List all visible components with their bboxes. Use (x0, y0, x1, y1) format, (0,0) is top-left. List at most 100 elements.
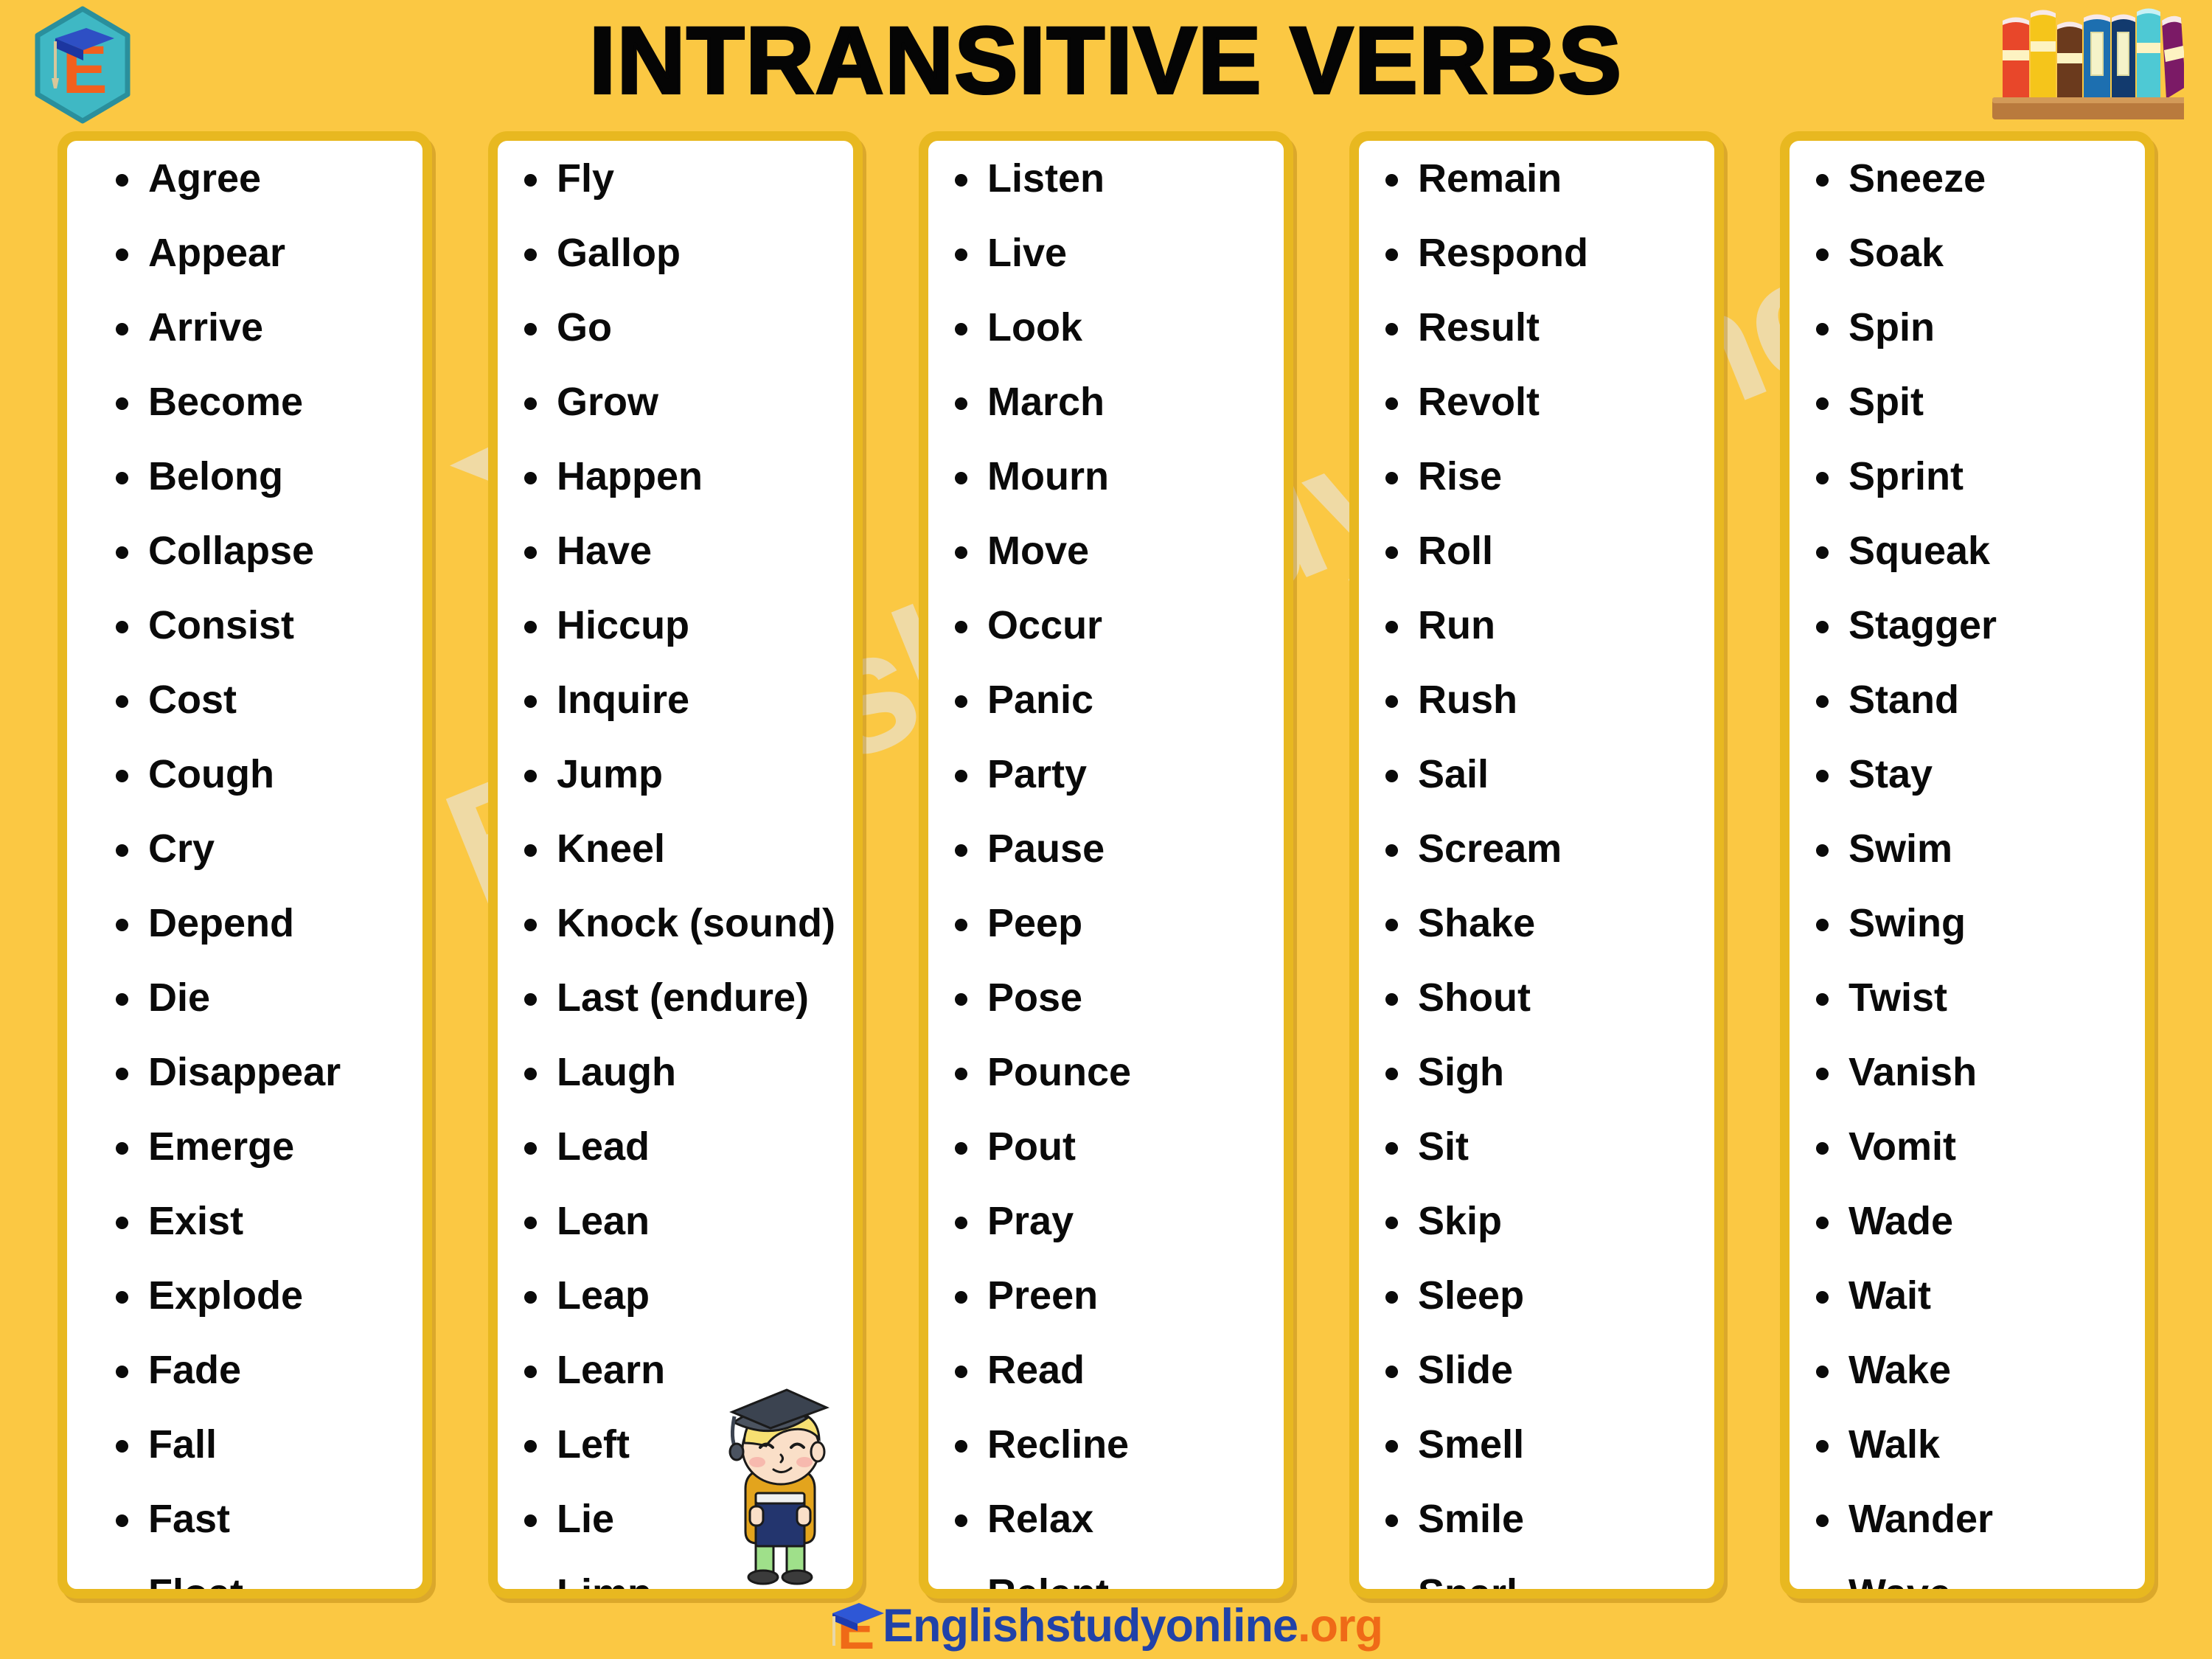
list-item: Revolt (1366, 382, 1701, 422)
list-item: Kneel (505, 829, 840, 869)
list-item: Smile (1366, 1499, 1701, 1539)
list-item: Consist (74, 605, 409, 645)
list-item: Fall (74, 1425, 409, 1464)
list-item: Respond (1366, 233, 1701, 273)
list-item: Scream (1366, 829, 1701, 869)
list-item: Wait (1797, 1276, 2132, 1315)
footer-site-label: Englishstudyonline (882, 1600, 1298, 1652)
list-item: Float (74, 1573, 409, 1589)
list-item: Swim (1797, 829, 2132, 869)
list-item: Die (74, 978, 409, 1018)
list-item: Lead (505, 1127, 840, 1166)
list-item: Read (936, 1350, 1270, 1390)
verb-column-3: Listen Live Look March Mourn Move Occur … (919, 131, 1293, 1599)
list-item: Appear (74, 233, 409, 273)
list-item: Remain (1366, 159, 1701, 198)
verb-columns-container: Agree Appear Arrive Become Belong Collap… (0, 131, 2212, 1599)
list-item: March (936, 382, 1270, 422)
list-item: Look (936, 307, 1270, 347)
verb-column-5: Sneeze Soak Spin Spit Sprint Squeak Stag… (1780, 131, 2154, 1599)
list-item: Peep (936, 903, 1270, 943)
books-on-shelf-icon (1992, 8, 2184, 119)
list-item: Cost (74, 680, 409, 720)
list-item: Fast (74, 1499, 409, 1539)
list-item: Cry (74, 829, 409, 869)
list-item: Mourn (936, 456, 1270, 496)
list-item: Last (endure) (505, 978, 840, 1018)
verb-list-5: Sneeze Soak Spin Spit Sprint Squeak Stag… (1797, 159, 2132, 1589)
list-item: Fly (505, 159, 840, 198)
list-item: Arrive (74, 307, 409, 347)
list-item: Laugh (505, 1052, 840, 1092)
list-item: Jump (505, 754, 840, 794)
list-item: Fade (74, 1350, 409, 1390)
list-item: Exist (74, 1201, 409, 1241)
list-item: Preen (936, 1276, 1270, 1315)
list-item: Squeak (1797, 531, 2132, 571)
list-item: Pounce (936, 1052, 1270, 1092)
verb-list-4: Remain Respond Result Revolt Rise Roll R… (1366, 159, 1701, 1589)
list-item: Run (1366, 605, 1701, 645)
page-title: INTRANSITIVE VERBS (588, 7, 1623, 115)
list-item: Explode (74, 1276, 409, 1315)
list-item: Hiccup (505, 605, 840, 645)
list-item: Relent (936, 1573, 1270, 1589)
list-item: Rush (1366, 680, 1701, 720)
list-item: Roll (1366, 531, 1701, 571)
list-item: Disappear (74, 1052, 409, 1092)
list-item: Skip (1366, 1201, 1701, 1241)
list-item: Smell (1366, 1425, 1701, 1464)
list-item: Stagger (1797, 605, 2132, 645)
list-item: Wake (1797, 1350, 2132, 1390)
list-item: Sigh (1366, 1052, 1701, 1092)
list-item: Go (505, 307, 840, 347)
list-item: Walk (1797, 1425, 2132, 1464)
list-item: Sail (1366, 754, 1701, 794)
list-item: Sit (1366, 1127, 1701, 1166)
list-item: Pose (936, 978, 1270, 1018)
list-item: Live (936, 233, 1270, 273)
graduate-student-character (728, 1388, 830, 1585)
list-item: Collapse (74, 531, 409, 571)
list-item: Pray (936, 1201, 1270, 1241)
list-item: Agree (74, 159, 409, 198)
list-item: Pout (936, 1127, 1270, 1166)
list-item: Cough (74, 754, 409, 794)
list-item: Panic (936, 680, 1270, 720)
list-item: Grow (505, 382, 840, 422)
list-item: Inquire (505, 680, 840, 720)
list-item: Happen (505, 456, 840, 496)
list-item: Move (936, 531, 1270, 571)
list-item: Rise (1366, 456, 1701, 496)
list-item: Shout (1366, 978, 1701, 1018)
list-item: Recline (936, 1425, 1270, 1464)
list-item: Spit (1797, 382, 2132, 422)
list-item: Vomit (1797, 1127, 2132, 1166)
list-item: Sprint (1797, 456, 2132, 496)
list-item: Lean (505, 1201, 840, 1241)
footer-tld: .org (1298, 1600, 1383, 1652)
list-item: Vanish (1797, 1052, 2132, 1092)
list-item: Emerge (74, 1127, 409, 1166)
site-footer: E Englishstudyonline.org (0, 1597, 2212, 1655)
list-item: Pause (936, 829, 1270, 869)
list-item: Leap (505, 1276, 840, 1315)
list-item: Soak (1797, 233, 2132, 273)
list-item: Stand (1797, 680, 2132, 720)
list-item: Depend (74, 903, 409, 943)
list-item: Wander (1797, 1499, 2132, 1539)
list-item: Twist (1797, 978, 2132, 1018)
list-item: Knock (sound) (505, 903, 840, 943)
list-item: Party (936, 754, 1270, 794)
list-item: Swing (1797, 903, 2132, 943)
verb-column-2: Fly Gallop Go Grow Happen Have Hiccup In… (488, 131, 863, 1599)
list-item: Wade (1797, 1201, 2132, 1241)
list-item: Belong (74, 456, 409, 496)
list-item: Spin (1797, 307, 2132, 347)
list-item: Relax (936, 1499, 1270, 1539)
list-item: Listen (936, 159, 1270, 198)
verb-list-3: Listen Live Look March Mourn Move Occur … (936, 159, 1270, 1589)
list-item: Gallop (505, 233, 840, 273)
verb-list-1: Agree Appear Arrive Become Belong Collap… (74, 159, 409, 1589)
list-item: Sleep (1366, 1276, 1701, 1315)
